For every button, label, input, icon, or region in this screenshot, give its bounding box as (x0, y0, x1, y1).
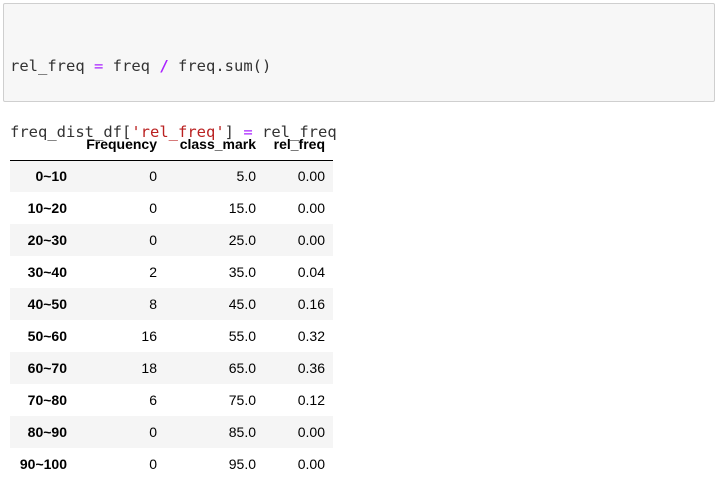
cell-class-mark: 5.0 (236, 168, 256, 185)
table-row: 70~80 6 75.0 0.12 (10, 384, 333, 416)
cell-frequency: 0 (149, 168, 157, 185)
cell-rel-freq: 0.04 (297, 264, 325, 280)
table-row: 0~10 0 5.0 0.00 (10, 160, 333, 192)
cell-frequency: 18 (141, 360, 157, 376)
table-row: 80~90 0 85.0 0.00 (10, 416, 333, 448)
table-row: 60~70 18 65.0 0.36 (10, 352, 333, 384)
cell-rel-freq: 0.32 (297, 328, 325, 344)
table-row: 10~20 0 15.0 0.00 (10, 192, 333, 224)
cell-frequency: 6 (149, 392, 157, 408)
cell-class-mark: 55.0 (228, 328, 256, 344)
column-header-rel-freq: rel_freq (264, 128, 333, 161)
cell-rel-freq: 0.12 (297, 392, 325, 408)
table-row: 30~40 2 35.0 0.04 (10, 256, 333, 288)
cell-frequency: 0 (149, 424, 157, 440)
table-row: 90~100 0 95.0 0.00 (10, 448, 333, 480)
cell-class-mark: 15.0 (228, 200, 256, 216)
table-row: 40~50 8 45.0 0.16 (10, 288, 333, 320)
cell-rel-freq: 0.00 (297, 168, 325, 185)
table-row: 50~60 16 55.0 0.32 (10, 320, 333, 352)
code-token: freq (103, 57, 160, 75)
cell-class-mark: 25.0 (228, 232, 256, 248)
cell-class-mark: 85.0 (228, 424, 256, 440)
cell-rel-freq: 0.36 (297, 360, 325, 376)
row-index: 90~100 (19, 456, 67, 472)
code-token: rel_freq (10, 57, 94, 75)
cell-class-mark: 45.0 (228, 296, 256, 312)
cell-frequency: 0 (149, 456, 157, 472)
code-token: freq.sum() (168, 57, 272, 75)
cell-rel-freq: 0.00 (297, 200, 325, 216)
cell-rel-freq: 0.00 (297, 456, 325, 472)
row-index: 80~90 (27, 424, 67, 440)
row-index: 30~40 (27, 264, 67, 280)
row-index: 40~50 (27, 296, 67, 312)
cell-frequency: 0 (149, 200, 157, 216)
table-row: 20~30 0 25.0 0.00 (10, 224, 333, 256)
table-header-row: Frequency class_mark rel_freq (10, 128, 333, 161)
code-cell-input[interactable]: rel_freq = freq / freq.sum() freq_dist_d… (3, 3, 715, 273)
column-header-frequency: Frequency (75, 128, 165, 161)
column-header-index (10, 128, 75, 161)
cell-frequency: 16 (141, 328, 157, 344)
cell-frequency: 0 (149, 232, 157, 248)
cell-rel-freq: 0.00 (297, 424, 325, 440)
cell-rel-freq: 0.00 (297, 232, 325, 248)
row-index: 10~20 (27, 200, 67, 216)
cell-class-mark: 35.0 (228, 264, 256, 280)
row-index: 60~70 (27, 360, 67, 376)
cell-rel-freq: 0.16 (297, 296, 325, 312)
code-line-1: rel_freq = freq / freq.sum() (10, 55, 708, 77)
dataframe-table: Frequency class_mark rel_freq 0~10 0 5.0… (10, 128, 333, 480)
row-index: 50~60 (27, 328, 67, 344)
cell-class-mark: 95.0 (228, 456, 256, 472)
row-index: 70~80 (27, 392, 67, 408)
row-index: 20~30 (27, 232, 67, 248)
cell-frequency: 2 (149, 264, 157, 280)
code-operator: = (94, 57, 104, 75)
column-header-class-mark: class_mark (165, 128, 264, 161)
cell-class-mark: 75.0 (228, 392, 256, 408)
cell-frequency: 8 (149, 296, 157, 312)
code-operator: / (159, 57, 169, 75)
cell-class-mark: 65.0 (228, 360, 256, 376)
row-index: 0~10 (35, 168, 67, 185)
